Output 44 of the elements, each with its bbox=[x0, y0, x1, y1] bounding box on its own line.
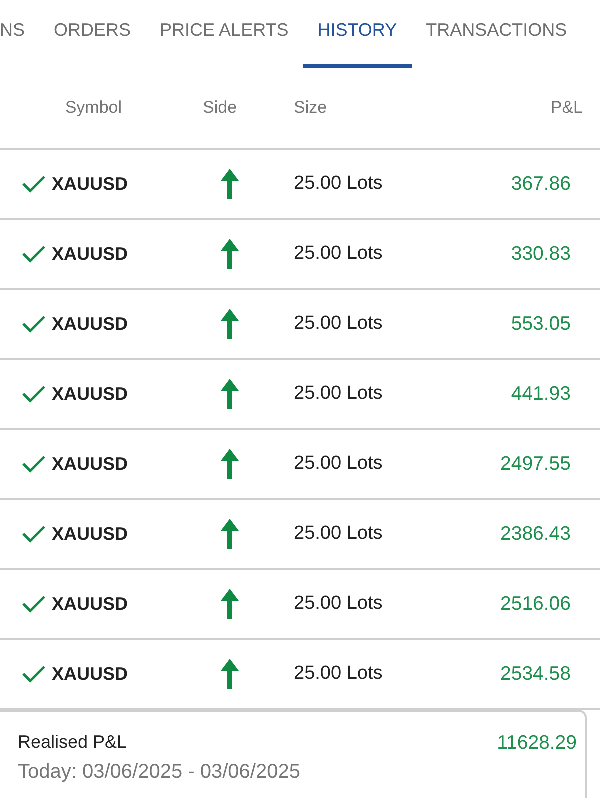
tab[interactable]: HISTORY bbox=[303, 0, 412, 68]
check-icon bbox=[22, 455, 46, 473]
date-range-text: Today: 03/06/2025 - 03/06/2025 bbox=[18, 761, 300, 784]
symbol-cell: XAUUSD bbox=[52, 454, 128, 474]
tab[interactable]: PRICE ALERTS bbox=[146, 0, 304, 68]
size-cell: 25.00 Lots bbox=[294, 593, 383, 615]
symbol-cell: XAUUSD bbox=[52, 524, 128, 544]
symbol-cell: XAUUSD bbox=[52, 384, 128, 404]
pnl-cell: 2386.43 bbox=[500, 522, 571, 546]
realised-pnl-label: Realised P&L bbox=[18, 732, 128, 753]
symbol-cell: XAUUSD bbox=[52, 314, 128, 334]
column-header: P&L bbox=[550, 98, 583, 118]
tab[interactable]: TRANSACTIONS bbox=[412, 0, 582, 68]
pnl-cell: 2516.06 bbox=[500, 592, 571, 616]
tab[interactable]: ORDERS bbox=[40, 0, 146, 68]
column-header: Symbol bbox=[65, 98, 122, 118]
tab[interactable]: NS bbox=[0, 0, 40, 68]
check-icon bbox=[22, 175, 46, 193]
size-cell: 25.00 Lots bbox=[294, 243, 383, 265]
check-icon bbox=[22, 245, 46, 263]
symbol-cell: XAUUSD bbox=[52, 594, 128, 614]
size-cell: 25.00 Lots bbox=[294, 523, 383, 545]
pnl-cell: 2497.55 bbox=[500, 452, 571, 476]
symbol-cell: XAUUSD bbox=[52, 174, 128, 194]
column-header: Side bbox=[203, 98, 238, 118]
pnl-cell: 441.93 bbox=[511, 382, 571, 406]
check-icon bbox=[22, 385, 46, 403]
pnl-cell: 2534.58 bbox=[500, 662, 571, 686]
column-header: Size bbox=[294, 98, 328, 118]
check-icon bbox=[22, 595, 46, 613]
symbol-cell: XAUUSD bbox=[52, 664, 128, 684]
pnl-cell: 367.86 bbox=[511, 172, 571, 196]
pnl-cell: 330.83 bbox=[511, 242, 571, 266]
size-cell: 25.00 Lots bbox=[294, 313, 383, 335]
size-cell: 25.00 Lots bbox=[294, 453, 383, 475]
size-cell: 25.00 Lots bbox=[294, 383, 383, 405]
check-icon bbox=[22, 525, 46, 543]
pnl-cell: 553.05 bbox=[511, 312, 571, 336]
realised-pnl-value: 11628.29 bbox=[497, 732, 577, 755]
symbol-cell: XAUUSD bbox=[52, 244, 128, 264]
check-icon bbox=[22, 315, 46, 333]
size-cell: 25.00 Lots bbox=[294, 663, 383, 685]
size-cell: 25.00 Lots bbox=[294, 173, 383, 195]
check-icon bbox=[22, 665, 46, 683]
